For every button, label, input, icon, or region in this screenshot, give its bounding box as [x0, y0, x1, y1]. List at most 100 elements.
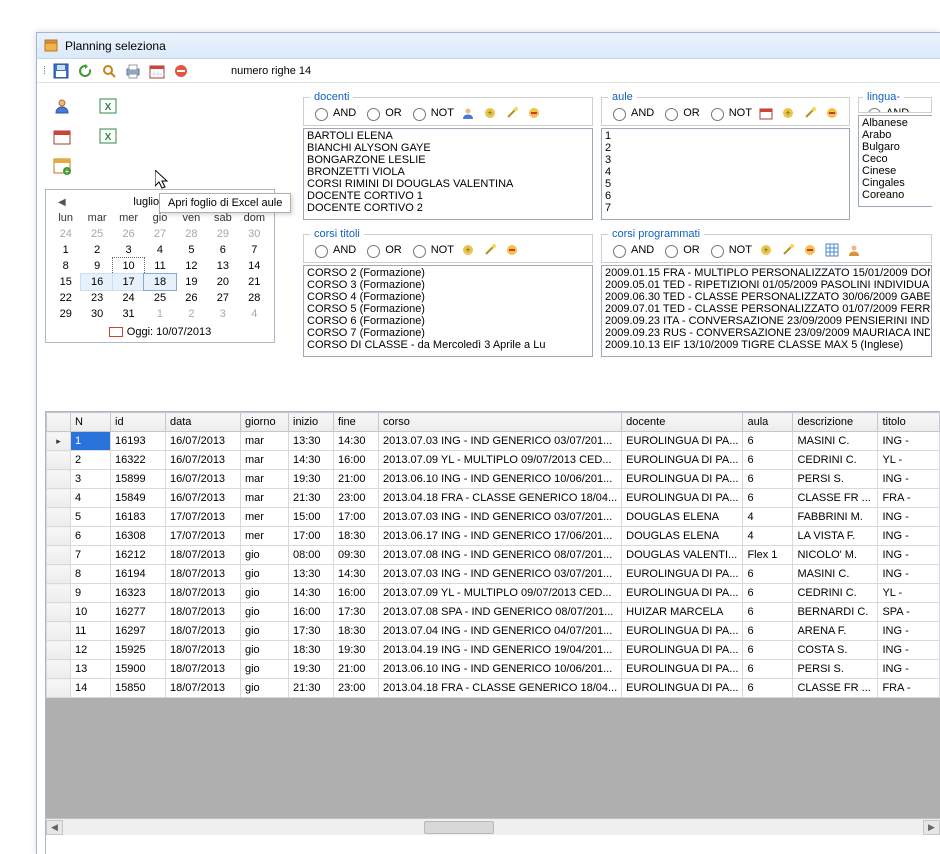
table-cell[interactable]: mer [241, 508, 289, 527]
cal-day[interactable]: 29 [50, 306, 81, 322]
table-cell[interactable]: 5 [71, 508, 111, 527]
cal-day[interactable]: 1 [50, 242, 81, 258]
cal-day[interactable]: 31 [113, 306, 144, 322]
list-item[interactable]: BIANCHI ALYSON GAYE [305, 142, 591, 154]
table-cell[interactable]: 2013.07.09 YL - MULTIPLO 09/07/2013 CED.… [379, 584, 622, 603]
table-cell[interactable]: 6 [71, 527, 111, 546]
table-cell[interactable]: ING - [878, 660, 940, 679]
cal-day[interactable]: 9 [81, 258, 112, 274]
table-cell[interactable]: EUROLINGUA DI PA... [622, 622, 743, 641]
table-cell[interactable]: EUROLINGUA DI PA... [622, 584, 743, 603]
aule-list[interactable]: 1234567 [601, 128, 850, 220]
ct-not-radio[interactable]: NOT [408, 242, 454, 258]
table-cell[interactable]: 6 [743, 603, 793, 622]
table-cell[interactable]: 2013.04.18 FRA - CLASSE GENERICO 18/04..… [379, 679, 622, 698]
scroll-left-button[interactable]: ◀ [46, 820, 63, 835]
table-row[interactable]: 11619316/07/2013mar13:3014:302013.07.03 … [47, 432, 940, 451]
ct-clear-icon[interactable] [504, 242, 520, 258]
table-cell[interactable]: 2013.07.08 SPA - IND GENERICO 08/07/201.… [379, 603, 622, 622]
table-cell[interactable]: 16:00 [334, 584, 379, 603]
list-item[interactable]: 3 [603, 154, 848, 166]
column-header[interactable]: titolo [878, 413, 940, 432]
table-cell[interactable]: mar [241, 451, 289, 470]
table-cell[interactable]: 16308 [111, 527, 166, 546]
cal-day[interactable]: 12 [176, 258, 207, 274]
table-cell[interactable]: 14 [71, 679, 111, 698]
list-item[interactable]: CORSO 7 (Formazione) [305, 327, 591, 339]
list-item[interactable]: Bulgaro [860, 141, 931, 153]
search-icon[interactable] [99, 61, 119, 81]
table-cell[interactable]: 18:30 [334, 527, 379, 546]
cal-day[interactable]: 24 [113, 290, 144, 306]
table-cell[interactable]: 16297 [111, 622, 166, 641]
cp-wand-icon[interactable] [780, 242, 796, 258]
table-row[interactable]: 41584916/07/2013mar21:3023:002013.04.18 … [47, 489, 940, 508]
table-cell[interactable]: gio [241, 546, 289, 565]
table-cell[interactable]: EUROLINGUA DI PA... [622, 660, 743, 679]
column-header[interactable]: corso [379, 413, 622, 432]
table-cell[interactable]: SPA - [878, 603, 940, 622]
table-cell[interactable]: 15900 [111, 660, 166, 679]
save-icon[interactable] [51, 61, 71, 81]
table-cell[interactable]: 14:30 [334, 432, 379, 451]
list-item[interactable]: BRONZETTI VIOLA [305, 166, 591, 178]
table-cell[interactable]: 6 [743, 432, 793, 451]
table-cell[interactable]: 09:30 [334, 546, 379, 565]
table-cell[interactable]: 12 [71, 641, 111, 660]
list-item[interactable]: Ceco [860, 153, 931, 165]
table-cell[interactable]: gio [241, 584, 289, 603]
cal-day[interactable]: 5 [176, 242, 207, 258]
cal-day[interactable]: 11 [144, 258, 175, 274]
list-item[interactable]: CORSI RIMINI DI DOUGLAS VALENTINA [305, 178, 591, 190]
table-cell[interactable]: PERSI S. [793, 660, 878, 679]
table-cell[interactable]: 16:00 [289, 603, 334, 622]
list-item[interactable]: 2009.06.30 TED - CLASSE PERSONALIZZATO 3… [603, 291, 930, 303]
calendar-icon[interactable] [147, 61, 167, 81]
table-cell[interactable]: 6 [743, 679, 793, 698]
cal-day[interactable]: 3 [207, 306, 238, 322]
table-cell[interactable]: EUROLINGUA DI PA... [622, 470, 743, 489]
table-cell[interactable]: BERNARDI C. [793, 603, 878, 622]
table-cell[interactable]: 10 [71, 603, 111, 622]
table-cell[interactable]: 16277 [111, 603, 166, 622]
table-cell[interactable]: 15899 [111, 470, 166, 489]
table-cell[interactable]: CLASSE FR ... [793, 679, 878, 698]
table-cell[interactable]: 18/07/2013 [166, 641, 241, 660]
table-cell[interactable]: 2013.06.17 ING - IND GENERICO 17/06/201.… [379, 527, 622, 546]
table-cell[interactable]: 15:00 [289, 508, 334, 527]
table-cell[interactable]: DOUGLAS ELENA [622, 508, 743, 527]
column-header[interactable]: fine [334, 413, 379, 432]
list-item[interactable]: 2009.05.01 TED - RIPETIZIONI 01/05/2009 … [603, 279, 930, 291]
corsi-programmati-list[interactable]: 2009.01.15 FRA - MULTIPLO PERSONALIZZATO… [601, 265, 932, 357]
docenti-person-icon[interactable] [460, 105, 476, 121]
table-cell[interactable]: 15850 [111, 679, 166, 698]
cp-or-radio[interactable]: OR [660, 242, 700, 258]
table-cell[interactable]: Flex 1 [743, 546, 793, 565]
docenti-list[interactable]: BARTOLI ELENABIANCHI ALYSON GAYEBONGARZO… [303, 128, 593, 220]
lingua-and-radio[interactable]: AND [863, 105, 909, 113]
table-cell[interactable]: MASINI C. [793, 432, 878, 451]
table-cell[interactable]: 2013.07.04 ING - IND GENERICO 04/07/201.… [379, 622, 622, 641]
table-cell[interactable]: CEDRINI C. [793, 584, 878, 603]
table-cell[interactable]: gio [241, 660, 289, 679]
table-cell[interactable]: ING - [878, 622, 940, 641]
cal-day[interactable]: 14 [239, 258, 270, 274]
table-cell[interactable]: 16194 [111, 565, 166, 584]
table-cell[interactable]: 18/07/2013 [166, 603, 241, 622]
table-cell[interactable]: ING - [878, 641, 940, 660]
table-cell[interactable]: 6 [743, 641, 793, 660]
cal-day[interactable]: 4 [144, 242, 175, 258]
table-cell[interactable]: 21:00 [334, 470, 379, 489]
cal-day[interactable]: 30 [81, 306, 112, 322]
table-cell[interactable]: mar [241, 432, 289, 451]
scroll-right-button[interactable]: ▶ [923, 820, 940, 835]
cal-day[interactable]: 25 [81, 226, 112, 242]
table-cell[interactable]: 2013.07.08 ING - IND GENERICO 08/07/201.… [379, 546, 622, 565]
table-cell[interactable]: 16:00 [334, 451, 379, 470]
table-row[interactable]: 111629718/07/2013gio17:3018:302013.07.04… [47, 622, 940, 641]
cal-day[interactable]: 28 [239, 290, 270, 306]
table-cell[interactable]: 8 [71, 565, 111, 584]
table-row[interactable]: 141585018/07/2013gio21:3023:002013.04.18… [47, 679, 940, 698]
table-cell[interactable]: 2013.07.03 ING - IND GENERICO 03/07/201.… [379, 432, 622, 451]
table-cell[interactable]: 18/07/2013 [166, 546, 241, 565]
